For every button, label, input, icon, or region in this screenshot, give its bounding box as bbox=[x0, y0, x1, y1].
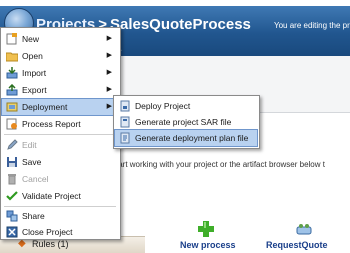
menu-item-share[interactable]: Share bbox=[2, 208, 118, 224]
submenu-arrow-icon: ▶ bbox=[106, 35, 112, 42]
menu-item-export[interactable]: Export ▶ bbox=[2, 82, 118, 98]
deploy-icon bbox=[120, 100, 130, 112]
menu-item-cancel[interactable]: Cancel bbox=[2, 171, 118, 187]
menu-item-import[interactable]: Import ▶ bbox=[2, 65, 118, 81]
submenu-item-deploy-project[interactable]: Deploy Project bbox=[115, 98, 257, 114]
export-icon bbox=[6, 84, 18, 96]
new-process-icon[interactable] bbox=[197, 220, 215, 238]
project-menu: New ▶ Open ▶ Import ▶ Export ▶ Deploymen… bbox=[0, 27, 121, 240]
menu-item-open[interactable]: Open ▶ bbox=[2, 48, 118, 64]
menu-item-save[interactable]: Save bbox=[2, 154, 118, 170]
menu-item-label: Import bbox=[22, 68, 47, 78]
trash-icon bbox=[8, 174, 16, 185]
rules-tab-label[interactable]: Rules (1) bbox=[32, 239, 69, 249]
request-quote-button[interactable]: RequestQuote bbox=[266, 240, 328, 250]
menu-item-new[interactable]: New ▶ bbox=[2, 31, 118, 47]
submenu-item-generate-deployment-plan[interactable]: Generate deployment plan file bbox=[114, 129, 258, 147]
import-icon bbox=[6, 67, 18, 79]
menu-separator bbox=[4, 206, 116, 207]
new-process-button[interactable]: New process bbox=[180, 240, 236, 250]
main-instructions: start working with your project or the a… bbox=[112, 160, 325, 169]
submenu-arrow-icon: ▶ bbox=[106, 86, 112, 93]
plan-file-icon bbox=[120, 132, 130, 144]
editing-notice: You are editing the proje bbox=[274, 21, 350, 30]
menu-item-label: Close Project bbox=[22, 227, 73, 237]
menu-item-label: Export bbox=[22, 85, 47, 95]
submenu-item-label: Generate project SAR file bbox=[135, 117, 232, 127]
menu-item-close-project[interactable]: Close Project bbox=[2, 224, 118, 240]
sar-file-icon bbox=[120, 116, 130, 128]
menu-item-validate-project[interactable]: Validate Project bbox=[2, 188, 118, 204]
menu-item-label: Save bbox=[22, 157, 42, 167]
deployment-submenu: Deploy Project Generate project SAR file… bbox=[113, 95, 260, 149]
submenu-item-label: Generate deployment plan file bbox=[135, 133, 249, 143]
submenu-item-label: Deploy Project bbox=[135, 101, 191, 111]
deployment-icon bbox=[6, 102, 18, 112]
close-project-icon bbox=[6, 226, 18, 238]
submenu-arrow-icon: ▶ bbox=[106, 103, 112, 110]
save-icon bbox=[7, 157, 17, 167]
submenu-arrow-icon: ▶ bbox=[106, 69, 112, 76]
submenu-arrow-icon: ▶ bbox=[106, 52, 112, 59]
menu-item-label: Validate Project bbox=[22, 191, 81, 201]
menu-item-label: Edit bbox=[22, 140, 37, 150]
menu-item-label: Open bbox=[22, 51, 43, 61]
request-quote-icon[interactable] bbox=[295, 222, 313, 236]
process-name-title: SalesQuoteProcess bbox=[109, 16, 251, 33]
folder-icon bbox=[6, 52, 18, 62]
menu-item-process-report[interactable]: Process Report bbox=[2, 116, 118, 132]
menu-item-label: New bbox=[22, 34, 40, 44]
menu-item-label: Share bbox=[22, 211, 45, 221]
share-icon bbox=[6, 210, 18, 222]
menu-item-label: Process Report bbox=[22, 119, 81, 129]
checkmark-icon bbox=[6, 191, 18, 201]
menu-item-label: Deployment bbox=[22, 102, 68, 112]
menu-separator bbox=[4, 134, 116, 135]
report-icon bbox=[6, 118, 17, 130]
submenu-item-generate-sar[interactable]: Generate project SAR file bbox=[115, 114, 257, 130]
menu-item-edit[interactable]: Edit bbox=[2, 137, 118, 153]
new-file-icon bbox=[6, 33, 17, 45]
edit-icon bbox=[7, 139, 18, 150]
menu-item-label: Cancel bbox=[22, 174, 49, 184]
menu-item-deployment[interactable]: Deployment ▶ bbox=[1, 98, 119, 116]
